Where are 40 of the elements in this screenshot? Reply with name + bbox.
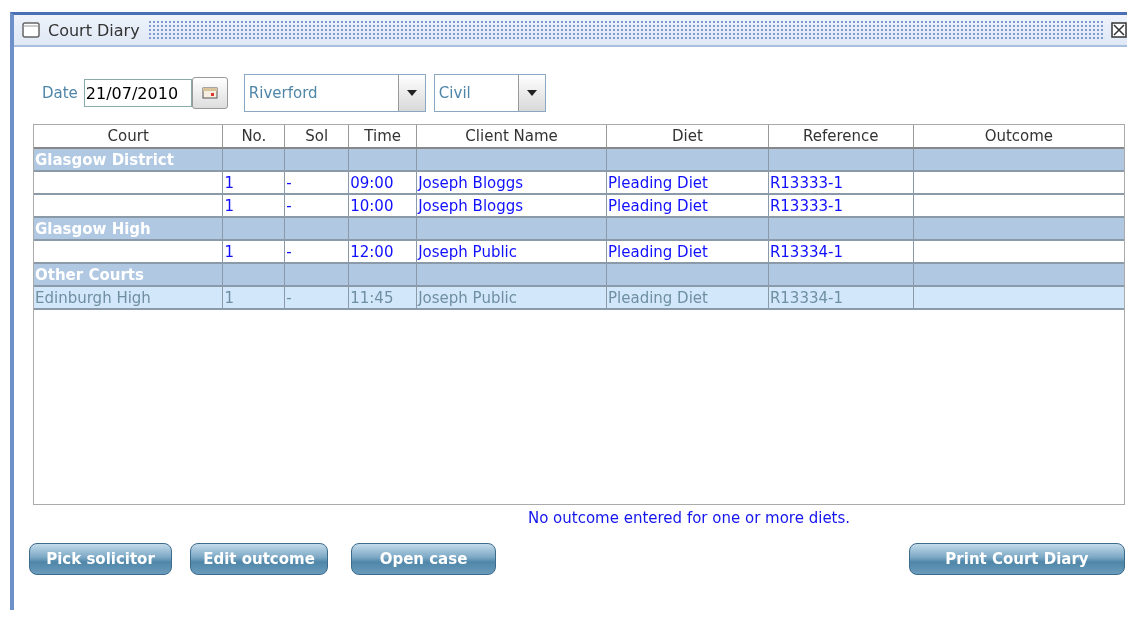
- table-cell: Joseph Bloggs: [418, 173, 524, 192]
- window-title: Court Diary: [48, 20, 140, 40]
- table-row[interactable]: 1 - 10:00 Joseph Bloggs Pleading Diet R13333-1: [34, 194, 1124, 217]
- caret-icon: [526, 90, 537, 96]
- date-field[interactable]: 21/07/2010: [83, 79, 192, 107]
- date-label: Date: [42, 84, 78, 102]
- table-cell: Joseph Public: [418, 288, 517, 307]
- table-row[interactable]: 1 - 12:00 Joseph Public Pleading Diet R13334-1: [34, 240, 1124, 263]
- table-cell: Pleading Diet: [608, 242, 708, 261]
- table-cell: -: [286, 173, 292, 192]
- table-cell: R13334-1: [769, 288, 843, 307]
- type-dropdown[interactable]: Civil: [433, 74, 546, 112]
- table-row[interactable]: 1 - 09:00 Joseph Bloggs Pleading Diet R13333-1: [34, 171, 1124, 194]
- caret-icon: [406, 90, 417, 96]
- table-cell: Joseph Bloggs: [418, 196, 524, 215]
- table-cell: 1: [224, 242, 234, 261]
- table-cell: 1: [224, 173, 234, 192]
- court-dropdown[interactable]: Riverford: [243, 74, 426, 112]
- table-cell: 1: [224, 196, 234, 215]
- table-cell: 12:00: [350, 242, 394, 261]
- table-cell: R13334-1: [769, 242, 843, 261]
- table-cell: -: [286, 196, 292, 215]
- table-cell: Pleading Diet: [608, 288, 708, 307]
- table-cell: 09:00: [350, 173, 394, 192]
- table-cell: 1: [224, 288, 234, 307]
- table-cell: R13333-1: [769, 173, 843, 192]
- table-cell: Edinburgh High: [35, 288, 151, 307]
- table-cell: R13333-1: [769, 196, 843, 215]
- table-cell: -: [286, 288, 292, 307]
- window-icon: [22, 22, 40, 38]
- calendar-button[interactable]: [191, 77, 228, 109]
- table-cell: Pleading Diet: [608, 173, 708, 192]
- table-cell: Joseph Public: [418, 242, 517, 261]
- warning-message: No outcome entered for one or more diets.: [527, 509, 851, 527]
- close-icon[interactable]: [1111, 22, 1127, 38]
- table-cell: -: [286, 242, 292, 261]
- table-cell: 11:45: [350, 288, 394, 307]
- calendar-icon: [201, 87, 218, 99]
- table-cell: Pleading Diet: [608, 196, 708, 215]
- table-cell: 10:00: [350, 196, 394, 215]
